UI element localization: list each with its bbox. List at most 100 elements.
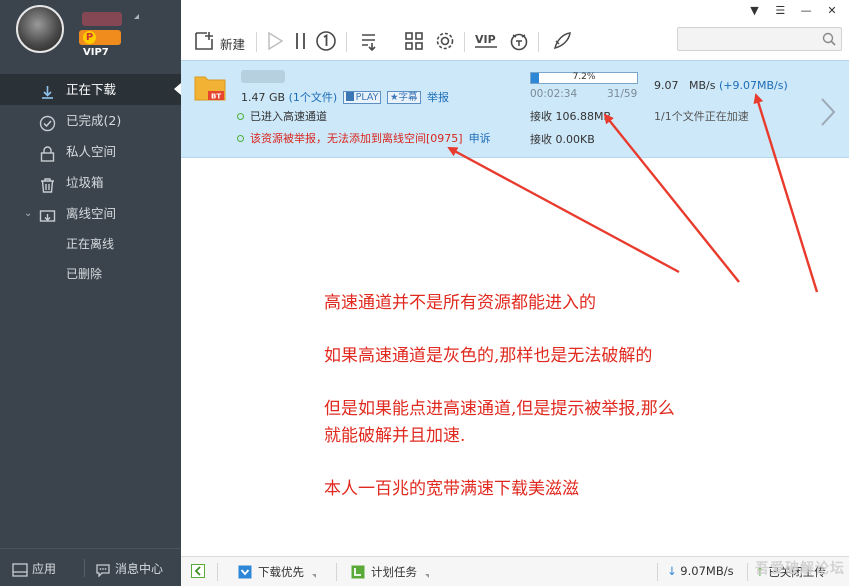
- sidebar-item-downloading[interactable]: 正在下载: [0, 74, 181, 105]
- download-arrow-icon: ↓: [667, 564, 677, 578]
- mascot-icon: [508, 30, 530, 52]
- toolbar-separator: [256, 32, 257, 52]
- task-row[interactable]: BT 1.47 GB (1个文件) PLAY ★字幕 举报 已进入高速通道 该资…: [181, 60, 849, 158]
- file-count-link[interactable]: (1个文件): [289, 91, 338, 104]
- download-speed: 9.07 MB/s (+9.07MB/s): [654, 79, 788, 92]
- pause-button[interactable]: [290, 30, 312, 54]
- status-bar: 下载优先 计划任务 ↓ 9.07MB/s ↑ 已关闭上传 吾爱破解论坛: [181, 556, 849, 586]
- task-size-line: 1.47 GB (1个文件) PLAY ★字幕 举报: [241, 89, 449, 105]
- sort-button[interactable]: [359, 30, 381, 54]
- gear-icon: [434, 30, 456, 52]
- window-controls: ▼ ☰ — ✕: [744, 3, 843, 19]
- subtitle-tag[interactable]: ★字幕: [387, 91, 421, 104]
- task-size: 1.47 GB: [241, 91, 285, 104]
- note-text: 本人一百兆的宽带满速下载美滋滋: [324, 476, 684, 503]
- time-remaining: 00:02:34: [530, 88, 577, 100]
- avatar[interactable]: [16, 5, 64, 53]
- high-speed-status: 已进入高速通道: [237, 108, 327, 124]
- menu-icon[interactable]: ☰: [769, 4, 791, 17]
- vip-icon: VIP: [474, 30, 500, 52]
- download-priority-button[interactable]: 下载优先: [238, 564, 316, 580]
- received-main: 接收 106.88MB: [530, 108, 611, 124]
- sidebar-item-label: 垃圾箱: [66, 175, 104, 190]
- rocket-icon: [551, 30, 573, 52]
- new-task-icon: [193, 41, 215, 55]
- statusbar-separator: [657, 563, 658, 581]
- minimize-icon[interactable]: —: [795, 4, 817, 17]
- svg-text:BT: BT: [211, 93, 221, 101]
- speed-up-button[interactable]: [551, 30, 573, 54]
- task-name-blurred: [241, 70, 285, 83]
- vip-button[interactable]: VIP: [474, 30, 500, 54]
- one-click-download-button[interactable]: [315, 30, 337, 54]
- sidebar: PVIP7 正在下载 已完成(2) 私人空间 垃圾箱 ⌄: [0, 0, 181, 586]
- user-menu-caret-icon[interactable]: [134, 14, 139, 19]
- collapse-button[interactable]: [191, 564, 211, 578]
- annotation-notes: 高速通道并不是所有资源都能进入的 如果高速通道是灰色的,那样也是无法破解的 但是…: [324, 290, 684, 529]
- statusbar-separator: [747, 563, 748, 581]
- chevron-down-icon[interactable]: ⌄: [24, 198, 32, 229]
- note-text: 如果高速通道是灰色的,那样也是无法破解的: [324, 343, 684, 370]
- settings-button[interactable]: [434, 30, 456, 54]
- star-icon: ★: [390, 92, 399, 103]
- priority-shield-icon: [238, 565, 252, 579]
- pet-button[interactable]: [508, 30, 530, 54]
- grid-icon: [403, 30, 425, 52]
- vip-p-icon: P: [83, 31, 96, 44]
- toolbar-separator: [346, 32, 347, 52]
- offline-warning-status: 该资源被举报，无法添加到离线空间[0975]申诉: [237, 130, 491, 146]
- message-center-button[interactable]: 消息中心: [95, 560, 163, 577]
- check-circle-icon: [39, 112, 56, 129]
- sidebar-item-label: 已完成(2): [66, 113, 121, 128]
- status-dot-icon: [237, 113, 244, 120]
- sidebar-subitem-deleted[interactable]: 已删除: [0, 259, 181, 289]
- report-link[interactable]: 举报: [427, 91, 449, 104]
- svg-text:VIP: VIP: [475, 33, 496, 46]
- arrow-to-warning: [449, 148, 679, 272]
- toolbar: 新建 VIP: [181, 24, 849, 60]
- sidebar-item-label: 正在下载: [66, 82, 116, 97]
- start-button[interactable]: [264, 30, 286, 54]
- trash-icon: [39, 174, 56, 191]
- pause-icon: [290, 30, 312, 52]
- new-task-button[interactable]: 新建: [193, 30, 263, 54]
- note-text: 高速通道并不是所有资源都能进入的: [324, 290, 684, 317]
- play-tag[interactable]: PLAY: [343, 91, 382, 104]
- close-icon[interactable]: ✕: [821, 4, 843, 17]
- play-square-icon: [346, 92, 354, 101]
- sidebar-item-offline-space[interactable]: ⌄ 离线空间: [0, 198, 181, 229]
- footer-divider: [84, 559, 85, 577]
- sidebar-subitem-offline-running[interactable]: 正在离线: [0, 229, 181, 259]
- speed-boost: (+9.07MB/s): [719, 79, 788, 92]
- apps-button[interactable]: 应用: [12, 560, 56, 577]
- appeal-link[interactable]: 申诉: [469, 132, 491, 145]
- received-offline: 接收 0.00KB: [530, 131, 595, 147]
- total-download-speed: ↓ 9.07MB/s: [667, 564, 734, 578]
- bt-folder-icon: BT: [194, 73, 226, 101]
- sidebar-footer: 应用 消息中心: [0, 548, 181, 586]
- apps-icon: [12, 563, 28, 577]
- sidebar-item-trash[interactable]: 垃圾箱: [0, 167, 181, 198]
- progress-text: 7.2%: [531, 72, 637, 82]
- sidebar-item-private-space[interactable]: 私人空间: [0, 136, 181, 167]
- grid-view-button[interactable]: [403, 30, 425, 54]
- watermark: 吾爱破解论坛: [755, 558, 845, 578]
- chevron-left-icon: [191, 564, 205, 578]
- schedule-icon: [351, 565, 365, 579]
- search-input[interactable]: [677, 27, 842, 51]
- download-icon: [39, 81, 56, 98]
- lock-icon: [39, 143, 56, 160]
- scheduled-task-button[interactable]: 计划任务: [351, 564, 429, 580]
- skin-icon[interactable]: ▼: [744, 4, 766, 17]
- sidebar-item-completed[interactable]: 已完成(2): [0, 105, 181, 136]
- play-icon: [264, 30, 286, 52]
- username-blurred: [82, 12, 122, 26]
- statusbar-separator: [336, 563, 337, 581]
- vip-badge[interactable]: PVIP7: [79, 30, 121, 45]
- sidebar-nav: 正在下载 已完成(2) 私人空间 垃圾箱 ⌄ 离线空间 正: [0, 74, 181, 289]
- dropdown-caret-icon: [425, 574, 429, 578]
- chevron-right-icon[interactable]: [819, 97, 837, 127]
- search-icon[interactable]: [822, 32, 836, 46]
- statusbar-separator: [217, 563, 218, 581]
- chat-bubble-icon: [95, 563, 111, 577]
